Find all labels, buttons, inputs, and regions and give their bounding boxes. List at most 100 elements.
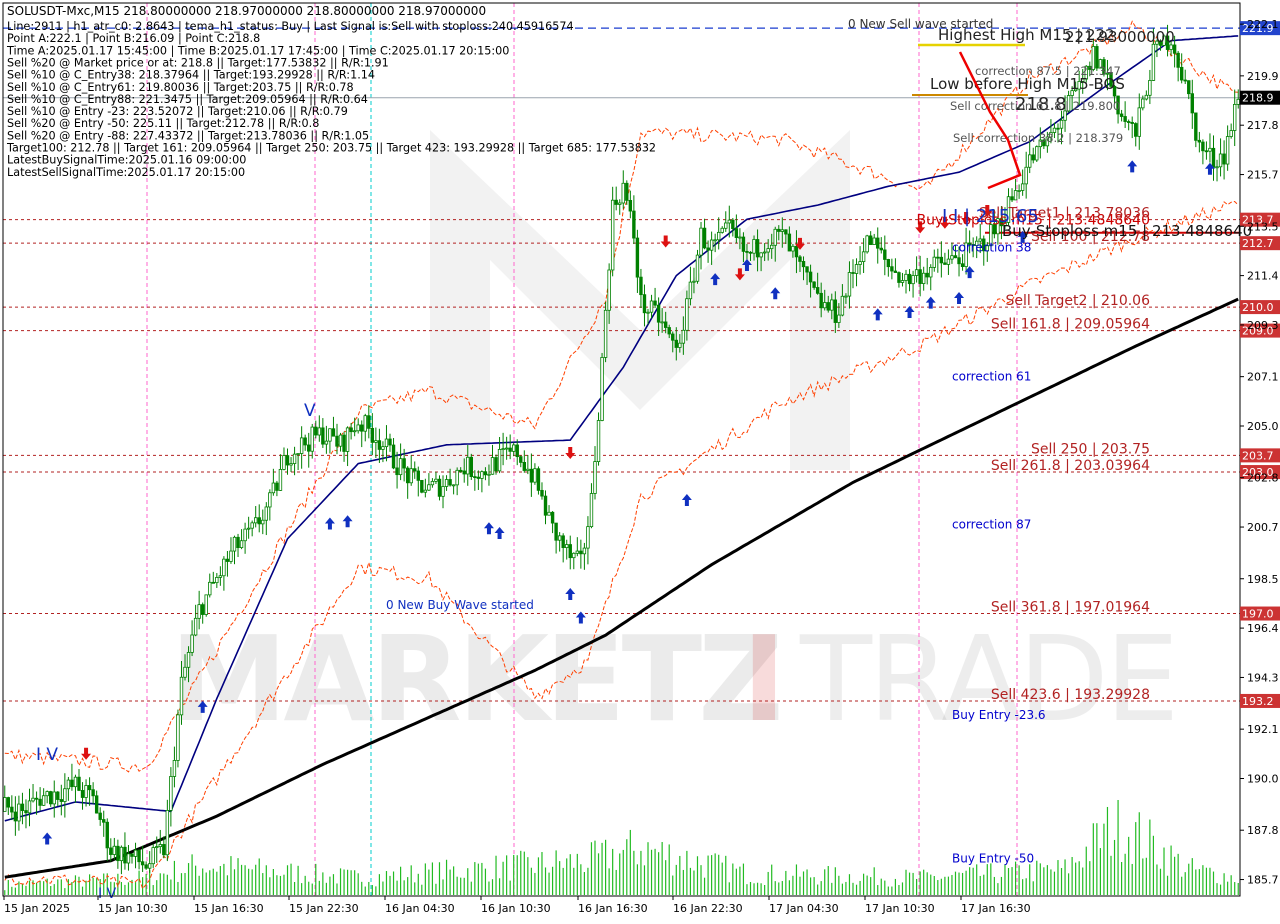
candle-body: [469, 456, 473, 477]
candle: [448, 468, 452, 487]
candle-body: [324, 440, 329, 445]
candle: [116, 839, 120, 869]
candle: [904, 269, 908, 294]
candle: [872, 233, 876, 245]
candle-body: [716, 231, 721, 241]
candle: [257, 504, 261, 533]
candle-body: [24, 810, 28, 814]
candle: [642, 284, 647, 327]
candle: [126, 845, 131, 871]
highest-high-value: 221.93000000: [1065, 28, 1175, 46]
candle-body: [1187, 80, 1191, 95]
candle: [112, 837, 117, 860]
candle: [215, 573, 219, 588]
candle: [27, 788, 32, 827]
candle-body: [603, 309, 608, 358]
candle: [883, 235, 887, 276]
candle-body: [1183, 79, 1187, 82]
level-label: Sell 161.8 | 209.05964: [991, 317, 1150, 333]
candle-body: [331, 428, 336, 437]
candle: [907, 269, 912, 292]
candle-body: [533, 468, 537, 483]
candle: [1020, 169, 1025, 196]
candle-body: [179, 676, 184, 716]
info-line: Sell %20 @ Entry -88: 227.43372 || Targe…: [7, 129, 369, 142]
candle-body: [724, 222, 728, 229]
price-tag-text: 203.7: [1242, 449, 1274, 462]
candle: [610, 186, 615, 277]
candle-body: [695, 254, 700, 282]
candle: [716, 217, 721, 250]
candle-body: [674, 339, 678, 348]
candle-body: [17, 803, 21, 822]
candle-body: [123, 846, 127, 864]
candle: [409, 455, 413, 486]
candle-body: [1017, 190, 1021, 192]
candle: [865, 234, 869, 254]
candle: [480, 470, 484, 493]
x-tick-label: 16 Jan 22:30: [673, 902, 743, 915]
y-tick-label: 200.7: [1247, 521, 1279, 534]
candle-body: [872, 237, 876, 245]
candle-body: [229, 550, 233, 562]
candle: [140, 845, 145, 873]
candle-body: [876, 237, 880, 249]
candle: [1017, 184, 1021, 199]
candle-body: [466, 456, 470, 475]
candle: [229, 537, 233, 564]
candle: [91, 782, 95, 805]
candle-body: [94, 795, 99, 814]
y-tick-label: 190.0: [1247, 773, 1279, 786]
candle: [232, 535, 237, 565]
candle: [1208, 133, 1212, 163]
wave-bottom-label: I V: [98, 886, 117, 902]
candle: [254, 506, 258, 528]
candle-body: [490, 457, 495, 475]
candle: [501, 432, 505, 466]
candle-body: [45, 791, 49, 797]
candle-body: [780, 229, 785, 232]
candle: [285, 448, 290, 475]
candle: [264, 502, 269, 536]
candle-body: [116, 845, 120, 862]
candle-body: [748, 251, 753, 254]
candle: [1024, 151, 1028, 199]
candle-body: [183, 666, 187, 678]
x-tick-label: 17 Jan 04:30: [769, 902, 839, 915]
candle-body: [808, 271, 813, 283]
candle: [10, 795, 14, 821]
candle-body: [890, 266, 894, 272]
candle: [476, 470, 481, 490]
candle: [451, 484, 456, 495]
candle: [621, 170, 625, 209]
candle: [653, 287, 657, 309]
candle: [1010, 188, 1014, 203]
candle-body: [416, 470, 420, 481]
candle: [144, 861, 148, 870]
candle: [250, 520, 254, 537]
candle: [1123, 101, 1127, 129]
candle-body: [1176, 52, 1180, 68]
candle-body: [1229, 130, 1233, 137]
candle: [434, 471, 438, 485]
candle-body: [1194, 112, 1198, 141]
chart-area[interactable]: MARKETZITRADE Sell Entry -23.6 | 223.520…: [0, 0, 1280, 920]
candle-body: [656, 304, 661, 323]
candle-body: [38, 798, 42, 806]
wave-mid-label: V: [304, 401, 316, 421]
x-tick-label: 15 Jan 10:30: [98, 902, 168, 915]
candle-body: [289, 463, 293, 466]
candle-body: [352, 430, 357, 433]
candlestick-chart[interactable]: MARKETZITRADE Sell Entry -23.6 | 223.520…: [0, 0, 1280, 920]
candle-body: [335, 435, 339, 447]
candle-body: [218, 575, 223, 578]
candle: [550, 511, 555, 534]
candle-body: [77, 776, 81, 791]
candle-body: [1215, 166, 1219, 169]
candle: [292, 446, 297, 476]
candle: [109, 838, 113, 862]
candle-body: [819, 292, 823, 309]
candle-body: [420, 479, 424, 493]
price-tag: 193.2: [1240, 693, 1280, 708]
candle-body: [20, 803, 25, 811]
